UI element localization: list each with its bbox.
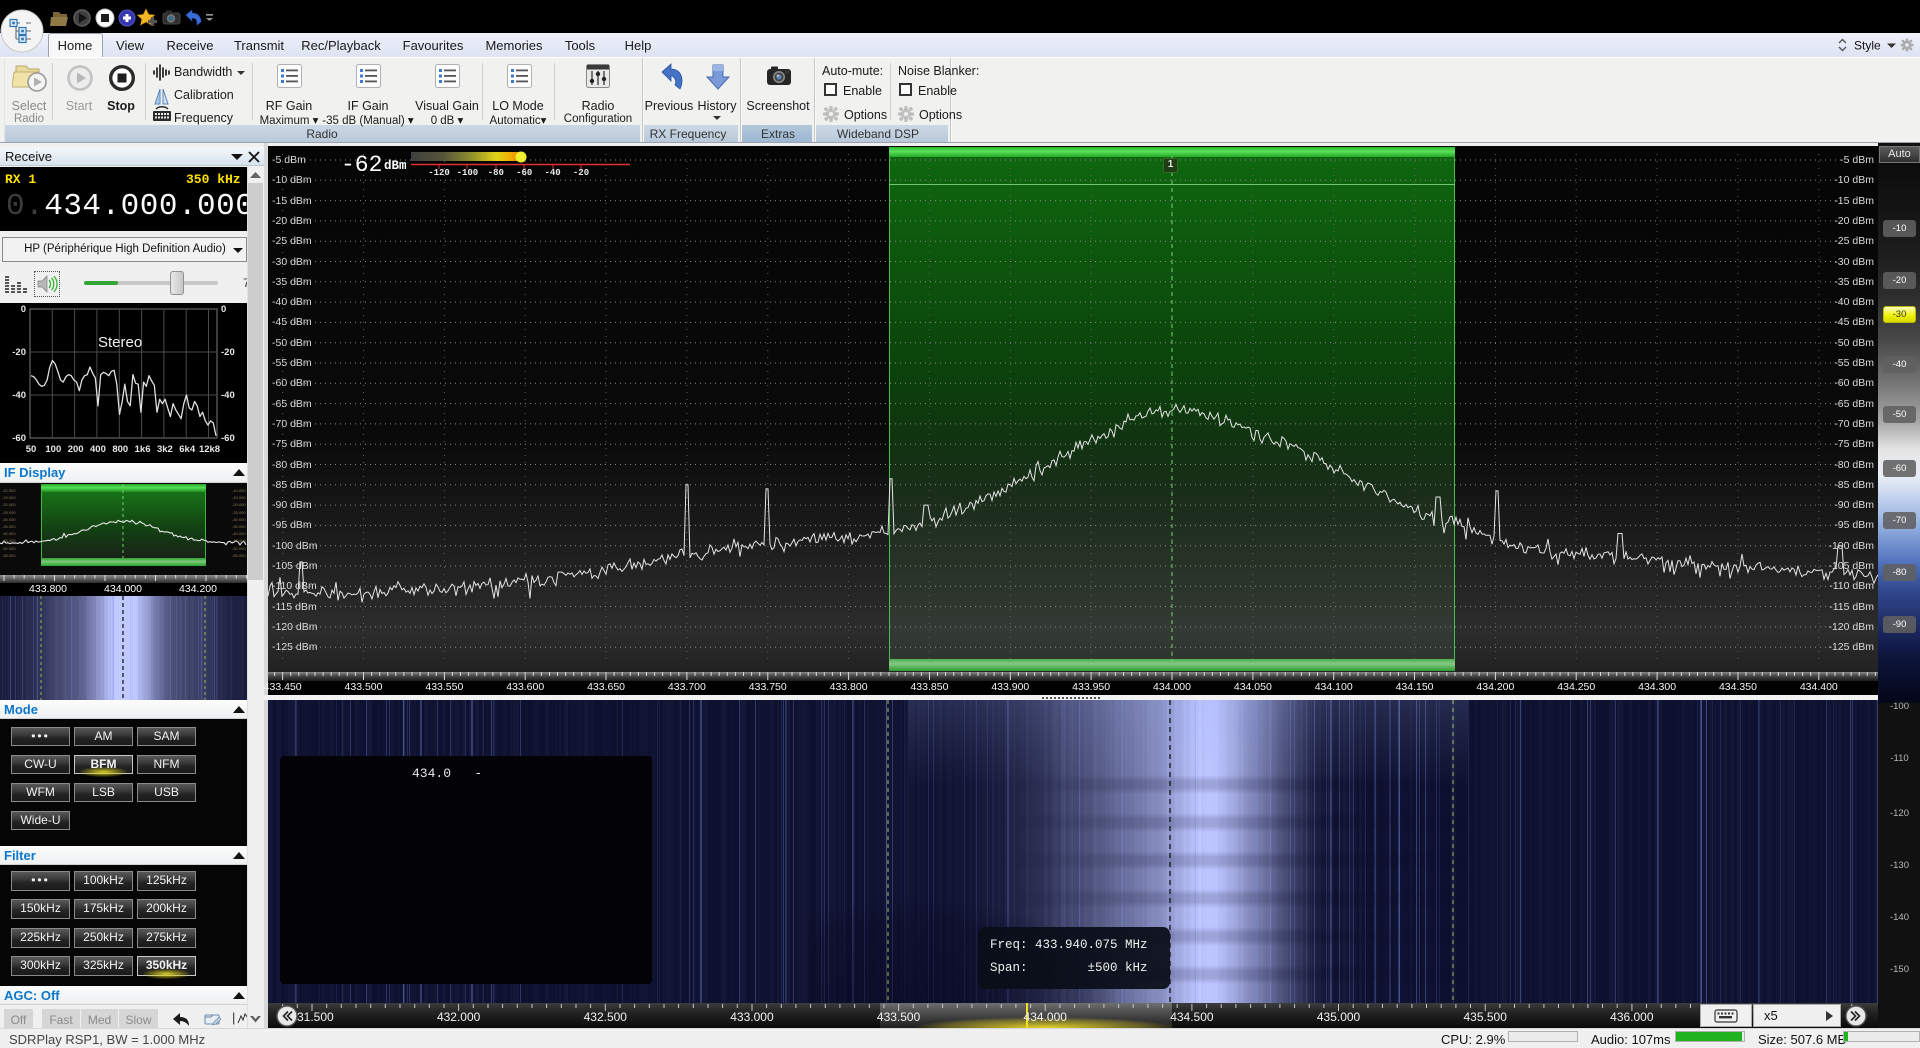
svg-text:Style: Style (1854, 39, 1881, 53)
